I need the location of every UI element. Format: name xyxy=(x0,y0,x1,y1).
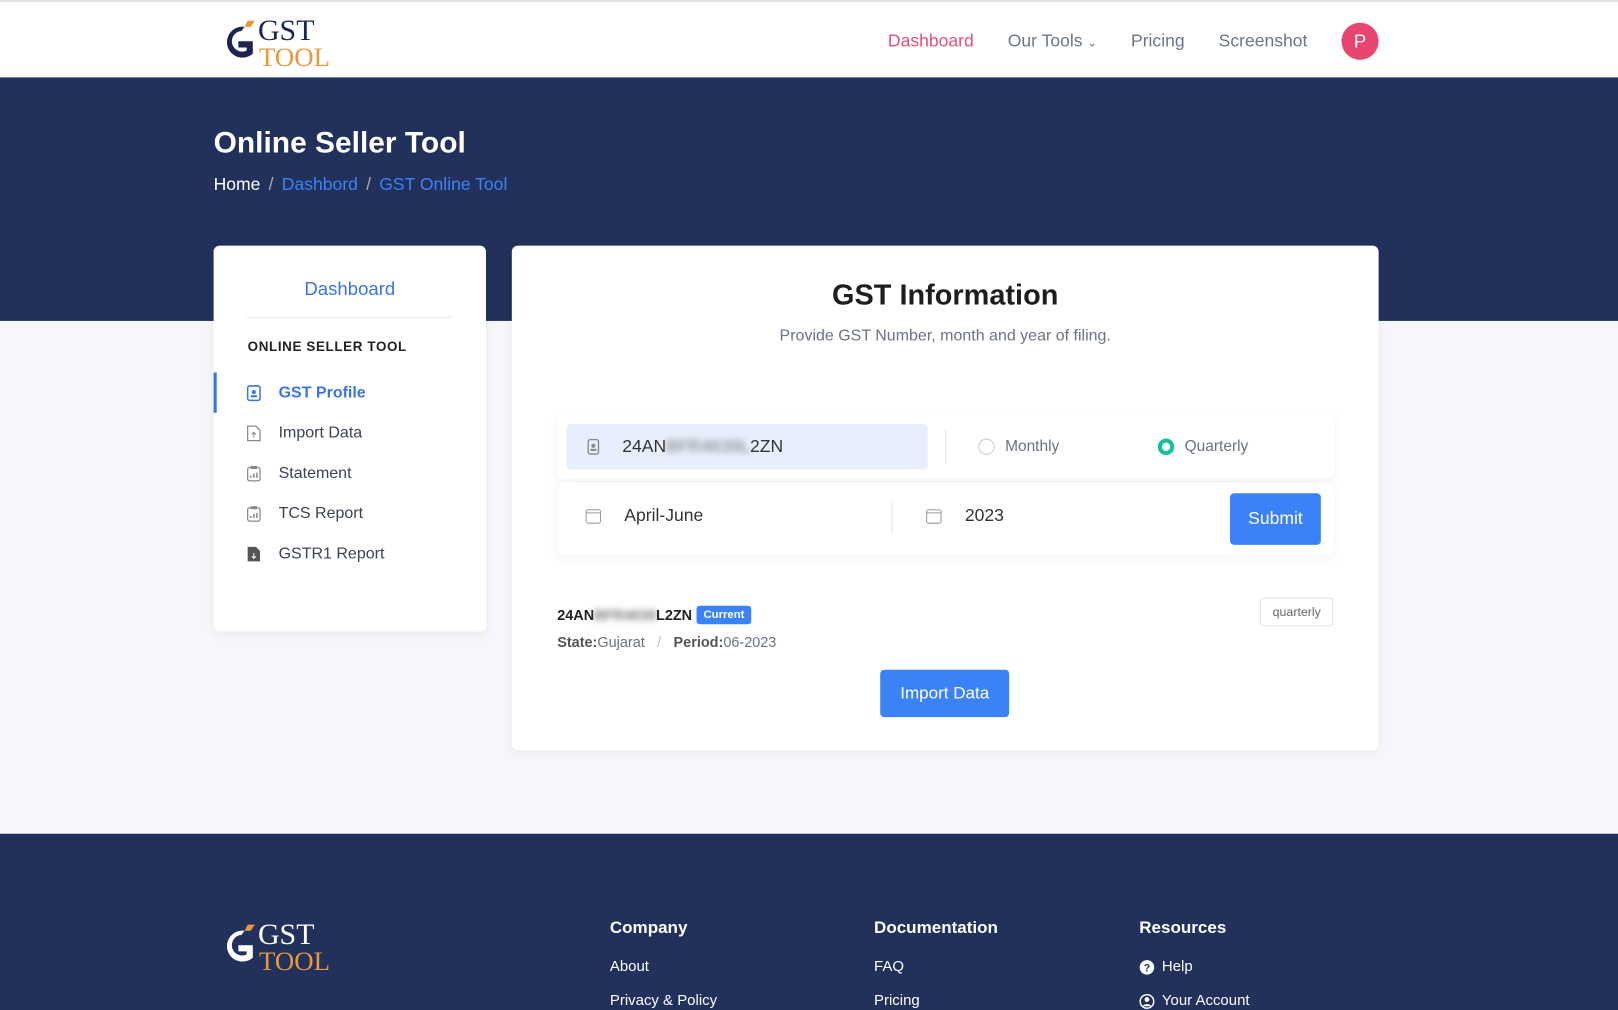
card-subtitle: Provide GST Number, month and year of fi… xyxy=(779,327,1111,345)
user-circle-icon xyxy=(1139,993,1155,1009)
gstin-masked: BFR4639 xyxy=(594,606,656,624)
nav-pricing[interactable]: Pricing xyxy=(1131,31,1185,52)
gst-number-input[interactable]: 24AN BFR4639L 2ZN xyxy=(566,424,928,470)
nav-our-tools[interactable]: Our Tools ⌄ xyxy=(1008,31,1097,52)
year-select[interactable]: 2023 xyxy=(926,506,1004,527)
sidebar-item-label: GSTR1 Report xyxy=(278,544,385,562)
result-gstin: 24AN BFR4639 L2ZN Current xyxy=(557,605,752,625)
sidebar-item-gst-profile[interactable]: GST Profile xyxy=(213,372,486,413)
import-data-button[interactable]: Import Data xyxy=(880,669,1010,718)
sidebar-item-label: GST Profile xyxy=(278,383,366,401)
footer-link-label: Help xyxy=(1161,958,1193,976)
sidebar-item-statement[interactable]: Statement xyxy=(214,453,486,493)
gstin-suffix: L2ZN xyxy=(655,606,693,624)
footer-link-account[interactable]: Your Account xyxy=(1139,992,1250,1010)
gstin-suffix: 2ZN xyxy=(749,436,784,457)
state-value: Gujarat xyxy=(597,633,645,651)
svg-text:TOOL: TOOL xyxy=(259,946,330,973)
period-select[interactable]: April-June xyxy=(585,506,703,527)
chevron-down-icon: ⌄ xyxy=(1087,37,1097,50)
page-title: Online Seller Tool xyxy=(213,126,466,160)
sidebar-title[interactable]: Dashboard xyxy=(246,279,454,318)
footer-heading: Documentation xyxy=(874,918,998,937)
radio-monthly[interactable]: Monthly xyxy=(978,437,1060,456)
footer-link-pricing[interactable]: Pricing xyxy=(874,993,998,1010)
clipboard-chart-icon xyxy=(247,505,261,522)
calendar-icon xyxy=(585,509,602,524)
nav-our-tools-label: Our Tools xyxy=(1007,30,1083,51)
navbar: GST TOOL Dashboard Our Tools ⌄ Pricing S… xyxy=(0,2,1618,78)
submit-button[interactable]: Submit xyxy=(1230,493,1321,545)
avatar[interactable]: P xyxy=(1341,22,1379,60)
svg-text:TOOL: TOOL xyxy=(259,42,330,69)
id-badge-icon xyxy=(587,438,600,455)
radio-quarterly[interactable]: Quarterly xyxy=(1157,437,1249,456)
period-row: April-June 2023 Submit xyxy=(557,482,1334,556)
file-download-icon xyxy=(247,546,261,561)
sidebar-item-gstr1-report[interactable]: GSTR1 Report xyxy=(214,533,486,573)
footer: GST TOOL Company About Privacy & Policy … xyxy=(0,833,1618,1010)
sidebar-item-import-data[interactable]: Import Data xyxy=(214,413,486,453)
radio-label: Monthly xyxy=(1005,437,1060,456)
breadcrumb: Home / Dashbord / GST Online Tool xyxy=(213,174,508,195)
footer-heading: Resources xyxy=(1139,918,1227,937)
calendar-icon xyxy=(926,509,942,524)
sidebar-item-label: TCS Report xyxy=(278,504,364,522)
sidebar-section-label: ONLINE SELLER TOOL xyxy=(247,338,407,354)
state-label: State: xyxy=(557,633,598,651)
footer-company: Company About Privacy & Policy xyxy=(610,918,717,1010)
divider xyxy=(891,501,893,535)
period-value: April-June xyxy=(624,505,704,526)
gstin-prefix: 24AN xyxy=(622,436,667,457)
period-value: 06-2023 xyxy=(723,633,777,651)
id-badge-icon xyxy=(246,384,261,401)
gst-information-card: GST Information Provide GST Number, mont… xyxy=(511,245,1379,751)
current-badge: Current xyxy=(696,605,752,625)
footer-resources: Resources ? Help Your Account xyxy=(1139,918,1249,1010)
gstin-prefix: 24AN xyxy=(557,606,595,624)
sidebar: Dashboard ONLINE SELLER TOOL GST Profile… xyxy=(213,245,487,632)
footer-link-label: Your Account xyxy=(1161,992,1250,1010)
divider xyxy=(945,430,947,464)
question-circle-icon: ? xyxy=(1139,959,1155,975)
year-value: 2023 xyxy=(964,505,1004,526)
nav-screenshot[interactable]: Screenshot xyxy=(1219,31,1308,52)
card-title: GST Information xyxy=(832,278,1059,311)
gstin-masked: BFR4639L xyxy=(666,436,750,457)
frequency-tag[interactable]: quarterly xyxy=(1260,597,1334,627)
footer-documentation: Documentation FAQ Pricing xyxy=(874,918,998,1010)
svg-text:?: ? xyxy=(1144,962,1151,974)
file-upload-icon xyxy=(247,425,261,441)
result-meta: State:Gujarat / Period:06-2023 xyxy=(557,633,777,651)
clipboard-chart-icon xyxy=(247,465,261,481)
gst-tool-logo-footer[interactable]: GST TOOL xyxy=(214,916,343,973)
period-label: Period: xyxy=(673,633,724,651)
sidebar-item-tcs-report[interactable]: TCS Report xyxy=(214,493,486,533)
nav-dashboard[interactable]: Dashboard xyxy=(888,31,974,52)
radio-label: Quarterly xyxy=(1184,437,1249,456)
gst-number-row: 24AN BFR4639L 2ZN Monthly Quarterly xyxy=(557,414,1334,479)
gst-tool-logo[interactable]: GST TOOL xyxy=(214,12,343,69)
footer-link-about[interactable]: About xyxy=(610,959,717,976)
nav-links: Dashboard Our Tools ⌄ Pricing Screenshot… xyxy=(888,22,1379,60)
footer-link-faq[interactable]: FAQ xyxy=(874,959,998,976)
footer-link-help[interactable]: ? Help xyxy=(1139,958,1249,976)
page: GST TOOL Dashboard Our Tools ⌄ Pricing S… xyxy=(0,0,1618,1010)
breadcrumb-home[interactable]: Home xyxy=(214,174,261,195)
sidebar-item-label: Import Data xyxy=(278,423,363,442)
breadcrumb-current[interactable]: GST Online Tool xyxy=(379,174,507,195)
footer-link-privacy[interactable]: Privacy & Policy xyxy=(610,993,717,1010)
breadcrumb-dashboard[interactable]: Dashbord xyxy=(282,174,358,195)
sidebar-item-label: Statement xyxy=(278,463,352,482)
footer-heading: Company xyxy=(609,918,688,937)
